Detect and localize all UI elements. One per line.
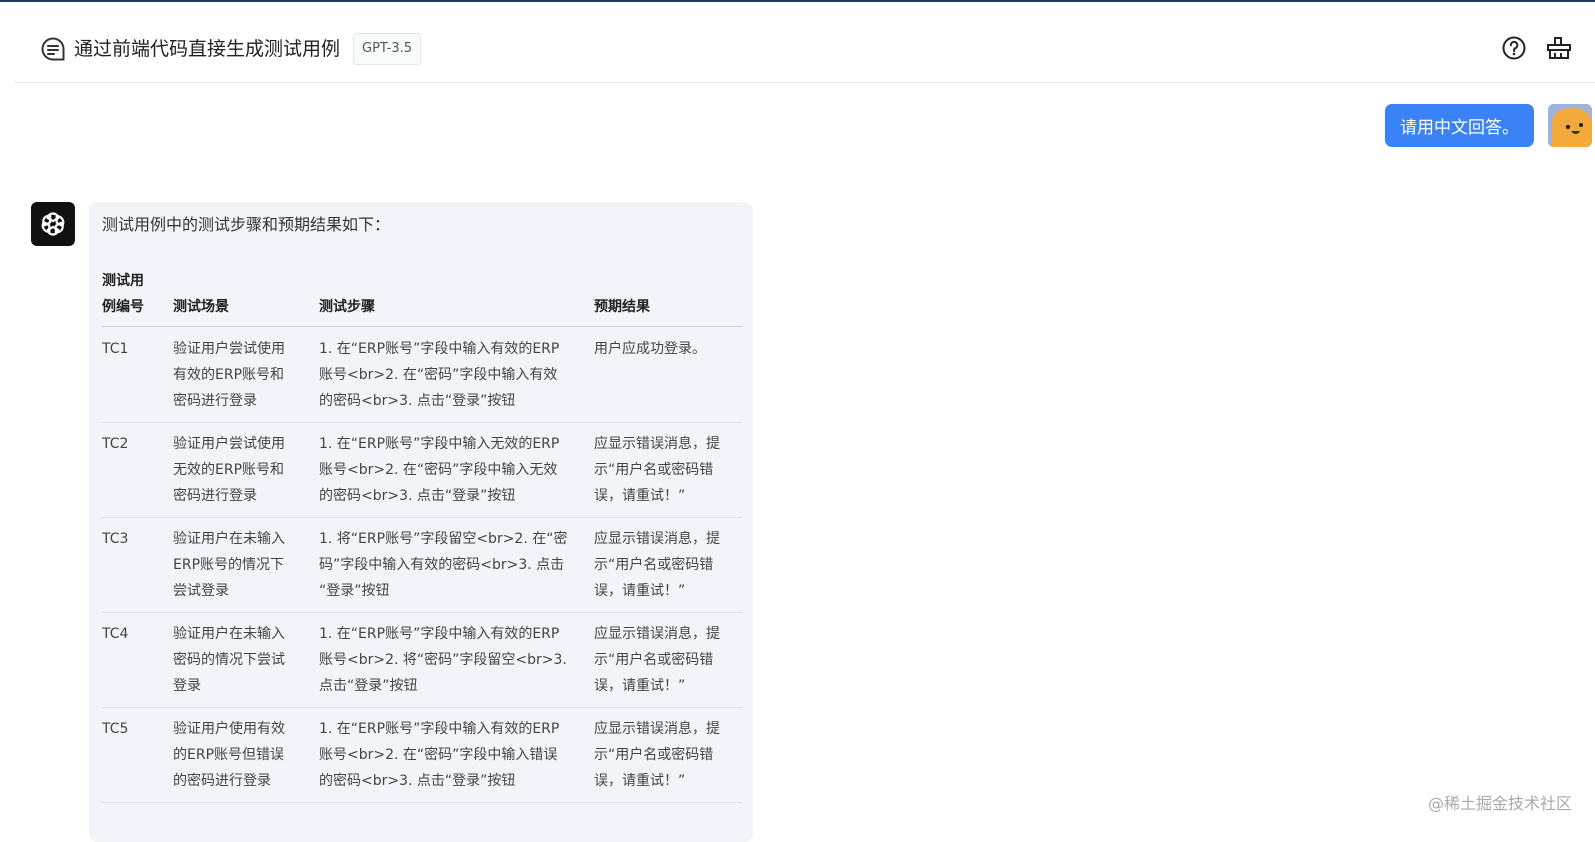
bot-avatar [31, 202, 75, 246]
broom-icon[interactable] [1545, 35, 1571, 61]
cell-scenario: 验证用户尝试使用 无效的ERP账号和 密码进行登录 [173, 436, 285, 504]
cell-steps: 1. 在“ERP账号”字段中输入有效的ERP 账号<br>2. 将“密码”字段留空… [319, 626, 567, 694]
model-badge[interactable]: GPT-3.5 [353, 33, 422, 65]
row-divider [102, 612, 742, 613]
bot-message: 测试用例中的测试步骤和预期结果如下： 测试用 例编号 测试场景 测试步骤 预期结果… [89, 202, 753, 842]
cell-id: TC3 [102, 531, 129, 547]
row-divider [102, 422, 742, 423]
user-message-text: 请用中文回答。 [1400, 118, 1519, 138]
cell-id: TC5 [102, 721, 129, 737]
cell-id: TC1 [102, 341, 129, 357]
cell-id: TC2 [102, 436, 129, 452]
cell-scenario: 验证用户在未输入 ERP账号的情况下 尝试登录 [173, 531, 285, 599]
user-avatar-image [1548, 104, 1592, 147]
row-divider [102, 517, 742, 518]
chat-icon [41, 37, 65, 61]
table-header-id: 测试用 例编号 [102, 273, 144, 315]
user-message: 请用中文回答。 [1385, 104, 1534, 147]
cell-expected: 应显示错误消息，提 示“用户名或密码错 误，请重试！” [594, 626, 720, 694]
cell-id: TC4 [102, 626, 129, 642]
cell-expected: 用户应成功登录。 [594, 341, 706, 357]
row-divider [102, 802, 742, 803]
openai-logo-icon [41, 212, 65, 236]
user-avatar [1548, 104, 1592, 147]
cell-scenario: 验证用户在未输入 密码的情况下尝试 登录 [173, 626, 285, 694]
cell-steps: 1. 在“ERP账号”字段中输入有效的ERP 账号<br>2. 在“密码”字段中输… [319, 721, 560, 789]
table-header-expected: 预期结果 [594, 299, 650, 315]
table-header-divider [102, 326, 742, 327]
cell-expected: 应显示错误消息，提 示“用户名或密码错 误，请重试！” [594, 721, 720, 789]
cell-scenario: 验证用户尝试使用 有效的ERP账号和 密码进行登录 [173, 341, 285, 409]
chat-title: 通过前端代码直接生成测试用例 [74, 38, 341, 60]
table-header-steps: 测试步骤 [319, 299, 375, 315]
watermark: @稀土掘金技术社区 [1428, 794, 1573, 813]
cell-scenario: 验证用户使用有效 的ERP账号但错误 的密码进行登录 [173, 721, 285, 789]
cell-steps: 1. 将“ERP账号”字段留空<br>2. 在“密 码”字段中输入有效的密码<br… [319, 531, 568, 599]
cell-expected: 应显示错误消息，提 示“用户名或密码错 误，请重试！” [594, 436, 720, 504]
chat-header: 通过前端代码直接生成测试用例 GPT-3.5 [14, 2, 1595, 83]
table-header-scenario: 测试场景 [173, 299, 229, 315]
bot-intro-text: 测试用例中的测试步骤和预期结果如下： [102, 215, 391, 234]
cell-steps: 1. 在“ERP账号”字段中输入有效的ERP 账号<br>2. 在“密码”字段中输… [319, 341, 560, 409]
row-divider [102, 707, 742, 708]
cell-expected: 应显示错误消息，提 示“用户名或密码错 误，请重试！” [594, 531, 720, 599]
help-circle-icon[interactable] [1501, 35, 1527, 61]
cell-steps: 1. 在“ERP账号”字段中输入无效的ERP 账号<br>2. 在“密码”字段中输… [319, 436, 560, 504]
